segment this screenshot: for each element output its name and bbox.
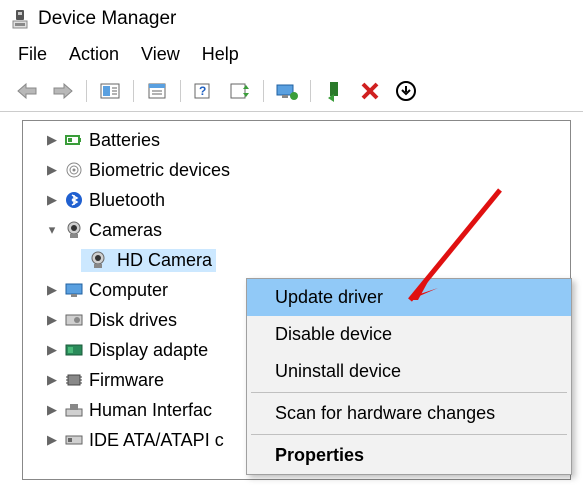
help-button[interactable]: ?	[189, 77, 219, 105]
tree-item-bluetooth[interactable]: ▶ Bluetooth	[23, 185, 570, 215]
menu-view[interactable]: View	[141, 44, 180, 65]
tree-label: Computer	[87, 280, 168, 301]
chevron-right-icon: ▶	[43, 162, 61, 178]
disk-icon	[61, 311, 87, 329]
menu-separator	[251, 434, 567, 435]
tree-item-hd-camera[interactable]: HD Camera	[23, 245, 570, 275]
bluetooth-icon	[61, 191, 87, 209]
menu-disable-device[interactable]: Disable device	[247, 316, 571, 353]
fingerprint-icon	[61, 161, 87, 179]
chevron-right-icon: ▶	[43, 312, 61, 328]
battery-icon	[61, 131, 87, 149]
tree-item-biometric[interactable]: ▶ Biometric devices	[23, 155, 570, 185]
tree-label: Human Interfac	[87, 400, 212, 421]
context-menu: Update driver Disable device Uninstall d…	[246, 278, 572, 475]
menu-action[interactable]: Action	[69, 44, 119, 65]
svg-text:?: ?	[199, 84, 206, 98]
tree-label: Cameras	[87, 220, 162, 241]
tree-label: Batteries	[87, 130, 160, 151]
tree-label: Firmware	[87, 370, 164, 391]
firmware-icon	[61, 371, 87, 389]
menu-uninstall-device[interactable]: Uninstall device	[247, 353, 571, 390]
tree-item-batteries[interactable]: ▶ Batteries	[23, 125, 570, 155]
tree-label: Bluetooth	[87, 190, 165, 211]
chevron-right-icon: ▶	[43, 282, 61, 298]
disable-device-button[interactable]	[355, 77, 385, 105]
computer-icon	[61, 281, 87, 299]
hid-icon	[61, 401, 87, 419]
menu-properties[interactable]: Properties	[247, 437, 571, 474]
chevron-right-icon: ▶	[43, 192, 61, 208]
menubar: File Action View Help	[0, 38, 583, 73]
camera-icon	[85, 250, 111, 270]
chevron-right-icon: ▶	[43, 432, 61, 448]
device-manager-icon	[10, 9, 30, 29]
back-button[interactable]	[12, 77, 42, 105]
menu-scan-hardware[interactable]: Scan for hardware changes	[247, 395, 571, 432]
forward-button[interactable]	[48, 77, 78, 105]
chevron-right-icon: ▶	[43, 372, 61, 388]
uninstall-device-button[interactable]	[391, 77, 421, 105]
display-adapter-icon	[61, 341, 87, 359]
menu-separator	[251, 392, 567, 393]
toolbar-separator	[133, 80, 134, 102]
titlebar: Device Manager	[0, 0, 583, 38]
tree-item-cameras[interactable]: ▾ Cameras	[23, 215, 570, 245]
tree-label: Biometric devices	[87, 160, 230, 181]
menu-update-driver[interactable]: Update driver	[247, 279, 571, 316]
toolbar-separator	[310, 80, 311, 102]
chevron-right-icon: ▶	[43, 132, 61, 148]
window-title: Device Manager	[38, 8, 176, 30]
tree-label: Display adapte	[87, 340, 208, 361]
update-driver-button[interactable]	[272, 77, 302, 105]
chevron-right-icon: ▶	[43, 342, 61, 358]
tree-label: HD Camera	[115, 250, 212, 271]
enable-device-button[interactable]	[319, 77, 349, 105]
toolbar-separator	[263, 80, 264, 102]
scan-button[interactable]	[225, 77, 255, 105]
show-hidden-button[interactable]	[95, 77, 125, 105]
properties-button[interactable]	[142, 77, 172, 105]
toolbar: ?	[0, 73, 583, 112]
tree-label: IDE ATA/ATAPI c	[87, 430, 224, 451]
toolbar-separator	[86, 80, 87, 102]
tree-label: Disk drives	[87, 310, 177, 331]
camera-icon	[61, 220, 87, 240]
chevron-right-icon: ▶	[43, 402, 61, 418]
menu-help[interactable]: Help	[202, 44, 239, 65]
chevron-down-icon: ▾	[43, 222, 61, 238]
toolbar-separator	[180, 80, 181, 102]
menu-file[interactable]: File	[18, 44, 47, 65]
ide-icon	[61, 431, 87, 449]
